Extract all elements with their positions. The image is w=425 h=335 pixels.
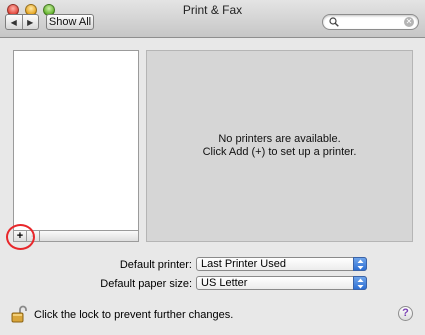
- no-printers-message: No printers are available.: [218, 133, 341, 145]
- search-field[interactable]: ✕: [322, 14, 419, 30]
- unlocked-lock-icon[interactable]: [11, 305, 27, 323]
- lock-message: Click the lock to prevent further change…: [34, 309, 234, 321]
- printer-list[interactable]: [13, 50, 139, 231]
- default-printer-label: Default printer:: [119, 259, 192, 271]
- search-icon: [329, 17, 339, 27]
- default-paper-size-popup[interactable]: US Letter: [196, 276, 367, 290]
- back-button[interactable]: ◀: [6, 15, 22, 29]
- add-button-highlight-circle: [6, 224, 35, 250]
- forward-button[interactable]: ▶: [21, 15, 39, 29]
- clear-search-icon[interactable]: ✕: [404, 17, 414, 27]
- forward-arrow-icon: ▶: [27, 17, 34, 27]
- search-input[interactable]: [341, 16, 401, 28]
- help-button[interactable]: ?: [398, 306, 413, 321]
- default-paper-size-label: Default paper size:: [100, 278, 192, 290]
- popup-arrows-icon: [353, 276, 367, 290]
- navigation-buttons: ◀ ▶: [5, 14, 39, 30]
- default-paper-size-value: US Letter: [201, 277, 248, 289]
- list-toolbar-spacer: [40, 231, 138, 241]
- back-arrow-icon: ◀: [10, 17, 17, 27]
- default-printer-value: Last Printer Used: [201, 258, 286, 270]
- show-all-button[interactable]: Show All: [46, 14, 94, 30]
- title-bar: Print & Fax ◀ ▶ Show All ✕: [0, 0, 425, 38]
- default-printer-popup[interactable]: Last Printer Used: [196, 257, 367, 271]
- printer-detail-panel: No printers are available. Click Add (+)…: [146, 50, 413, 242]
- add-printer-hint: Click Add (+) to set up a printer.: [202, 146, 357, 158]
- popup-arrows-icon: [353, 257, 367, 271]
